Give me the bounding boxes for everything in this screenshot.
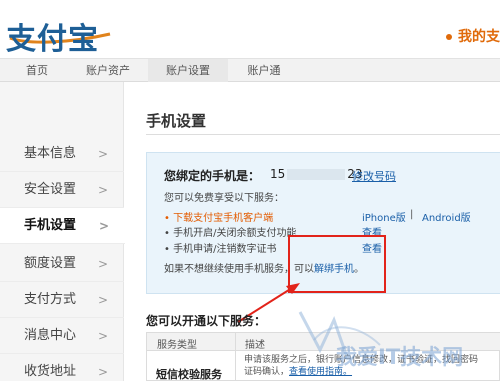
sidebar-item-limit[interactable]: 额度设置 > [0, 246, 124, 282]
page-title: 手机设置 [146, 112, 207, 130]
desc-line-2: 证码确认， [244, 367, 290, 377]
service-digital-cert: • 手机申请/注销数字证书 [164, 244, 277, 255]
sidebar-item-payment[interactable]: 支付方式 > [0, 282, 124, 318]
service-balance-payment: • 手机开启/关闭余额支付功能 [164, 228, 297, 239]
logo-text: 支付宝 [6, 22, 99, 57]
phone-prefix: 15 [270, 167, 286, 181]
sidebar-item-label: 基本信息 [24, 146, 77, 161]
header: 支付宝 我的支 [0, 0, 500, 58]
nav-account-settings[interactable]: 账户设置 [148, 59, 228, 82]
my-alipay-link[interactable]: 我的支 [446, 26, 500, 46]
row-service-name: 短信校验服务 [156, 368, 222, 381]
sidebar-item-label: 安全设置 [24, 182, 77, 197]
sidebar-item-label: 消息中心 [24, 328, 77, 343]
redacted-digits [287, 169, 346, 180]
chevron-right-icon: > [97, 365, 108, 379]
sidebar-item-label: 额度设置 [24, 256, 77, 271]
chevron-right-icon: > [97, 293, 108, 307]
nav-account-assets[interactable]: 账户资产 [74, 59, 142, 82]
chevron-right-icon: > [97, 257, 108, 271]
sidebar-item-messages[interactable]: 消息中心 > [0, 318, 124, 354]
watermark-text: 我爱IT技术网 [336, 345, 464, 369]
bullet-icon [446, 34, 452, 40]
sidebar-item-phone[interactable]: 手机设置 > [0, 208, 125, 244]
title-divider [146, 134, 500, 135]
change-number-link[interactable]: 修改号码 [352, 168, 396, 184]
nav-account-pass[interactable]: 账户通 [228, 59, 300, 82]
sidebar-item-address[interactable]: 收货地址 > [0, 354, 124, 381]
link-separator: | [410, 209, 414, 220]
sidebar-item-label: 手机设置 [24, 218, 77, 233]
header-description: 描述 [245, 340, 265, 351]
nav-home[interactable]: 首页 [0, 59, 74, 82]
bound-phone-number: 15 23 [270, 167, 363, 181]
alipay-logo[interactable]: 支付宝 [6, 10, 118, 57]
sidebar: 基本信息 > 安全设置 > 手机设置 > 额度设置 > 支付方式 > 消息中心 > 收货地址… [0, 82, 125, 381]
sidebar-item-basic-info[interactable]: 基本信息 > [0, 136, 124, 172]
free-services-text: 您可以免费享受以下服务： [164, 193, 284, 204]
sidebar-item-label: 支付方式 [24, 292, 77, 307]
chevron-right-icon: > [97, 147, 108, 161]
top-nav: 首页 账户资产 账户设置 账户通 [0, 58, 500, 82]
open-services-title: 您可以开通以下服务： [146, 314, 267, 328]
bound-phone-label: 您绑定的手机是： [164, 169, 261, 183]
highlight-box [288, 235, 386, 293]
android-version-link[interactable]: Android版 [422, 209, 471, 224]
service-download-client[interactable]: • 下载支付宝手机客户端 [164, 209, 273, 224]
sidebar-item-security[interactable]: 安全设置 > [0, 172, 124, 208]
iphone-version-link[interactable]: iPhone版 [362, 209, 406, 224]
chevron-right-icon: > [97, 183, 108, 197]
my-alipay-label: 我的支 [458, 29, 500, 45]
sidebar-item-label: 收货地址 [24, 364, 77, 379]
chevron-right-icon: > [98, 219, 109, 233]
header-service-type: 服务类型 [157, 340, 197, 351]
chevron-right-icon: > [97, 329, 108, 343]
column-divider [235, 333, 236, 381]
